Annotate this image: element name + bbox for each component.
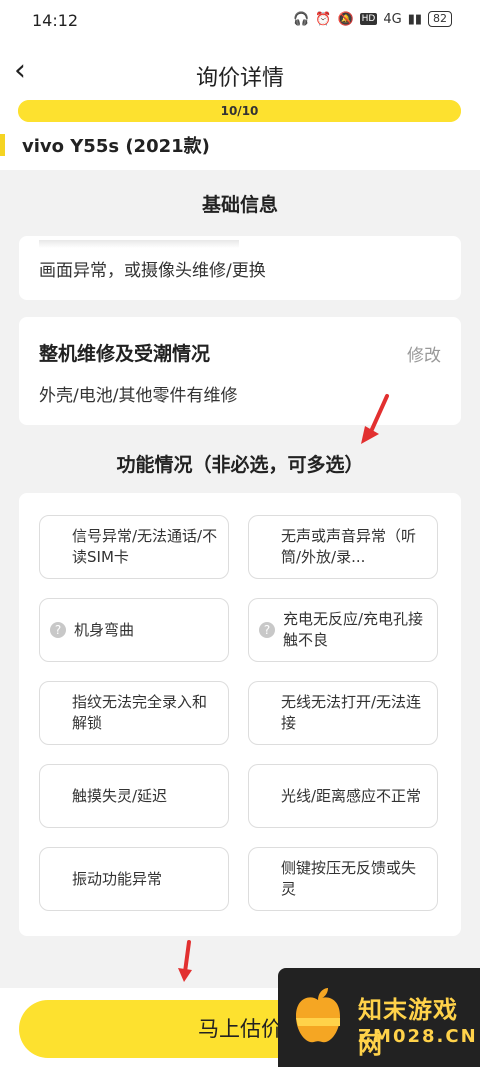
function-options-card: 信号异常/无法通话/不读SIM卡 无声或声音异常（听筒/外放/录... ? 机身… [19,493,461,936]
repair-value: 外壳/电池/其他零件有维修 [39,386,238,406]
hd-badge: HD [359,13,378,25]
page-title: 询价详情 [195,66,284,91]
modify-button[interactable]: 修改 [407,341,441,366]
question-icon[interactable]: ? [50,622,66,638]
battery-icon: 82 [428,11,452,27]
option-label: 无线无法打开/无法连接 [281,693,422,732]
model-marker [0,134,5,156]
option-label: 触摸失灵/延迟 [72,786,168,805]
status-bar: 14:12 🎧 ⏰ 🔕 HD 4G ▮▮ 82 [0,0,480,44]
annotation-arrow-icon [361,394,389,444]
apple-logo-icon [296,988,340,1043]
option-sound[interactable]: 无声或声音异常（听筒/外放/录... [248,515,438,579]
option-label: 无声或声音异常（听筒/外放/录... [281,527,417,566]
screen-condition-card[interactable]: 画面异常，或摄像头维修/更换 [19,236,461,300]
signal-icon: ▮▮ [407,11,422,27]
annotation-arrow-icon [178,940,192,982]
watermark: 知末游戏网 ZM028.CN [278,968,480,1067]
question-icon[interactable]: ? [259,622,275,638]
option-bent[interactable]: ? 机身弯曲 [39,598,229,662]
option-touch[interactable]: 触摸失灵/延迟 [39,764,229,828]
option-fingerprint[interactable]: 指纹无法完全录入和解锁 [39,681,229,745]
option-label: 充电无反应/充电孔接触不良 [283,610,424,649]
option-signal[interactable]: 信号异常/无法通话/不读SIM卡 [39,515,229,579]
section-title-function: 功能情况（非必选，可多选） [116,454,364,476]
option-label: 侧键按压无反馈或失灵 [281,859,417,898]
screen-condition-value: 画面异常，或摄像头维修/更换 [39,261,266,281]
option-wireless[interactable]: 无线无法打开/无法连接 [248,681,438,745]
watermark-url: ZM028.CN [358,1026,478,1047]
mute-icon: 🔕 [337,11,354,27]
status-icons: 🎧 ⏰ 🔕 HD 4G ▮▮ 82 [293,11,452,27]
progress-text: 10/10 [220,104,259,118]
repair-title: 整机维修及受潮情况 [39,343,211,365]
header: ‹ 询价详情 10/10 vivo Y55s (2021款) [0,44,480,170]
watermark-text: 知末游戏网 [358,996,458,1059]
option-label: 机身弯曲 [74,620,135,639]
headphone-icon: 🎧 [293,11,310,27]
device-model: vivo Y55s (2021款) [22,136,210,157]
network-label: 4G [383,11,402,27]
option-label: 信号异常/无法通话/不读SIM卡 [72,527,218,566]
option-sensor[interactable]: 光线/距离感应不正常 [248,764,438,828]
alarm-icon: ⏰ [315,11,332,27]
option-vibration[interactable]: 振动功能异常 [39,847,229,911]
option-label: 指纹无法完全录入和解锁 [72,693,208,732]
status-time: 14:12 [32,11,79,30]
progress-bar: 10/10 [18,100,461,122]
option-label: 光线/距离感应不正常 [281,786,422,805]
option-charging[interactable]: ? 充电无反应/充电孔接触不良 [248,598,438,662]
faded-previous-line [39,240,239,248]
option-side-key[interactable]: 侧键按压无反馈或失灵 [248,847,438,911]
option-label: 振动功能异常 [72,869,163,888]
section-title-basic: 基础信息 [201,194,278,216]
